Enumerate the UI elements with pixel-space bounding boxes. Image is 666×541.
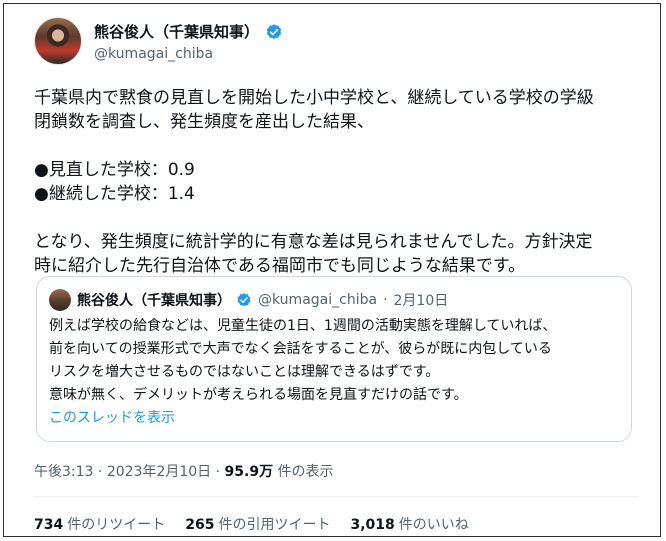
verified-badge-icon [237,293,251,307]
quoted-avatar [49,289,71,311]
tweet-time[interactable]: 午後3:13 [34,464,93,480]
likes-count: 3,018 [350,517,395,533]
tweet-card: 熊谷俊人（千葉県知事） @kumagai_chiba 千葉県内で黙食の見直しを開… [3,3,661,537]
quoted-separator: · [383,292,388,308]
show-thread-link[interactable]: このスレッドを表示 [49,407,175,427]
tweet-meta: 午後3:13 · 2023年2月10日 · 95.9万 件の表示 [34,461,334,481]
likes-stat[interactable]: 3,018 件のいいね [350,514,468,534]
verified-badge-icon [266,24,282,40]
quotes-count: 265 [185,517,215,533]
likes-label: 件のいいね [398,517,469,533]
views-label: 件の表示 [277,464,334,480]
divider [34,496,638,497]
retweets-label: 件のリツイート [67,517,166,533]
tweet-header: 熊谷俊人（千葉県知事） @kumagai_chiba [34,17,283,65]
quoted-tweet-header: 熊谷俊人（千葉県知事） @kumagai_chiba · 2月10日 [49,289,448,311]
quotes-stat[interactable]: 265 件の引用ツイート [185,514,330,534]
views-count: 95.9万 [224,464,274,480]
quoted-date: 2月10日 [393,293,449,309]
quoted-handle: @kumagai_chiba [258,292,378,308]
quotes-label: 件の引用ツイート [218,517,331,533]
tweet-date[interactable]: 2023年2月10日 [107,464,211,480]
engagement-stats: 734 件のリツイート 265 件の引用ツイート 3,018 件のいいね [34,514,469,534]
meta-separator: · [215,464,221,480]
avatar[interactable] [34,17,82,65]
retweets-count: 734 [34,517,64,533]
author-display-name[interactable]: 熊谷俊人（千葉県知事） [94,23,259,41]
author-handle[interactable]: @kumagai_chiba [94,45,283,63]
quoted-tweet-text: 例えば学校の給食などは、児童生徒の1日、1週間の活動実態を理解していれば、 前を… [49,318,557,403]
retweets-stat[interactable]: 734 件のリツイート [34,514,165,534]
meta-separator: · [97,464,103,480]
quoted-display-name: 熊谷俊人（千葉県知事） [77,293,231,309]
quoted-tweet[interactable]: 熊谷俊人（千葉県知事） @kumagai_chiba · 2月10日 例えば学校… [36,276,632,442]
tweet-text: 千葉県内で黙食の見直しを開始した小中学校と、継続している学校の学級 閉鎖数を調査… [34,88,594,276]
